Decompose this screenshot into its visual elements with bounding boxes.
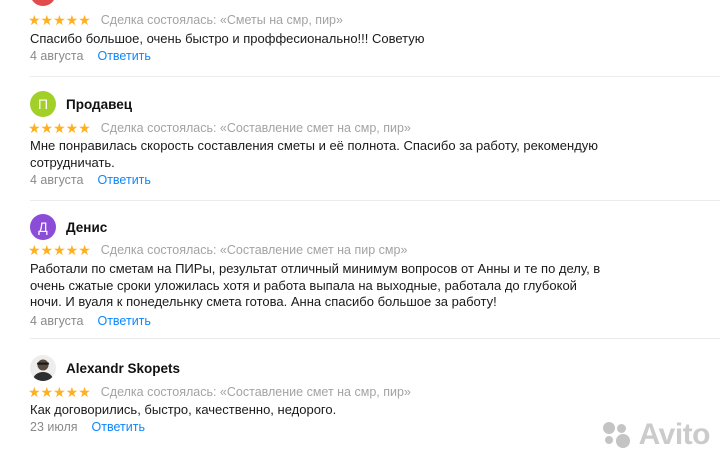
rating-stars: ★★★★★ — [28, 242, 91, 258]
review-footer: 4 августа Ответить — [30, 172, 151, 188]
reply-link[interactable]: Ответить — [97, 49, 150, 63]
deal-info: Сделка состоялась: «Составление смет на … — [100, 121, 411, 135]
review-text: Как договорились, быстро, качественно, н… — [30, 402, 337, 417]
review-header: Д Денис — [30, 213, 107, 241]
author-name[interactable]: Продавец — [66, 97, 132, 112]
review-meta: ★★★★★ Сделка состоялась: «Составление см… — [28, 384, 411, 400]
review-date: 4 августа — [30, 314, 84, 328]
rating-stars: ★★★★★ — [28, 384, 91, 400]
review-footer: 4 августа Ответить — [30, 48, 151, 64]
deal-info: Сделка состоялась: «Составление смет на … — [100, 243, 408, 257]
review-text: Работали по сметам на ПИРы, результат от… — [30, 261, 601, 309]
review-card: Д Денис ★★★★★ Сделка состоялась: «Состав… — [0, 213, 720, 338]
rating-stars: ★★★★★ — [28, 12, 91, 28]
review-meta: ★★★★★ Сделка состоялась: «Сметы на смр, … — [28, 12, 343, 28]
avatar — [30, 0, 56, 6]
reply-link[interactable]: Ответить — [92, 420, 145, 434]
review-header: П Продавец — [30, 90, 132, 118]
review-header: Alexandr Skopets — [30, 354, 180, 382]
review-date: 23 июля — [30, 420, 78, 434]
rating-stars: ★★★★★ — [28, 120, 91, 136]
avatar[interactable] — [30, 355, 56, 381]
author-name[interactable]: Денис — [66, 220, 107, 235]
review-meta: ★★★★★ Сделка состоялась: «Составление см… — [28, 120, 411, 136]
deal-info: Сделка состоялась: «Сметы на смр, пир» — [100, 13, 343, 27]
author-name[interactable]: Alexandr Skopets — [66, 361, 180, 376]
review-text: Мне понравилась скорость составления сме… — [30, 138, 599, 170]
divider — [30, 338, 720, 339]
divider — [30, 76, 720, 77]
avito-watermark: Avito — [601, 418, 711, 452]
review-card: ★★★★★ Сделка состоялась: «Сметы на смр, … — [0, 0, 720, 70]
review-date: 4 августа — [30, 49, 84, 63]
review-meta: ★★★★★ Сделка состоялась: «Составление см… — [28, 242, 407, 258]
avatar[interactable]: Д — [30, 214, 56, 240]
review-footer: 4 августа Ответить — [30, 313, 151, 329]
reply-link[interactable]: Ответить — [97, 173, 150, 187]
avito-logo-icon — [601, 420, 635, 450]
reply-link[interactable]: Ответить — [97, 314, 150, 328]
review-card: П Продавец ★★★★★ Сделка состоялась: «Сос… — [0, 90, 720, 200]
user-photo-icon — [33, 359, 53, 381]
avito-logo-text: Avito — [638, 418, 711, 451]
deal-info: Сделка состоялась: «Составление смет на … — [100, 385, 411, 399]
avatar[interactable]: П — [30, 91, 56, 117]
review-date: 4 августа — [30, 173, 84, 187]
review-footer: 23 июля Ответить — [30, 419, 145, 435]
divider — [30, 200, 720, 201]
review-text: Спасибо большое, очень быстро и проффеси… — [30, 31, 425, 46]
